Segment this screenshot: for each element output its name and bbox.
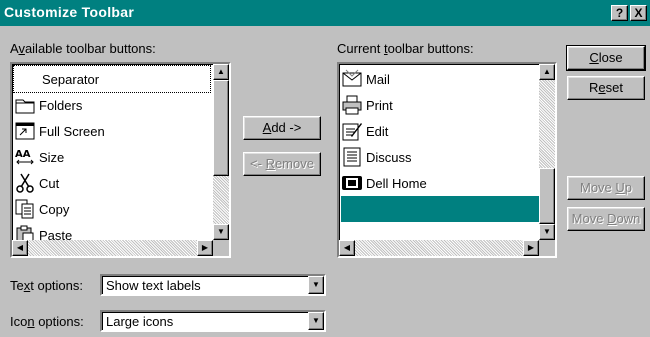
item-label: Print [366,97,393,113]
text-options-value: Show text labels [106,278,201,293]
current-buttons-label: Current toolbar buttons: [337,41,474,56]
chevron-down-icon[interactable]: ▼ [308,312,324,330]
scroll-right-icon[interactable]: ▶ [523,240,539,256]
customize-toolbar-dialog: Customize Toolbar ? X Available toolbar … [0,0,650,337]
item-label: Folders [39,97,83,113]
scroll-corner [213,240,229,256]
list-item[interactable]: Discuss [341,144,412,170]
mail-icon [342,69,362,87]
list-item[interactable]: Full Screen [14,118,105,144]
item-label: Copy [39,201,70,217]
list-item[interactable]: Folders [14,92,82,118]
window-title: Customize Toolbar [4,4,135,20]
scroll-thumb[interactable] [539,168,555,224]
list-item[interactable]: Separator [13,65,211,93]
item-label: Mail [366,71,390,87]
scroll-down-icon[interactable]: ▼ [213,224,229,240]
scroll-left-icon[interactable]: ◀ [12,240,28,256]
item-label: Separator [375,201,433,217]
list-item[interactable]: Dell Home [341,170,427,196]
scroll-corner [539,240,555,256]
available-vertical-scrollbar[interactable]: ▲ ▼ [213,64,229,240]
item-label: Separator [42,71,100,87]
scroll-up-icon[interactable]: ▲ [213,64,229,80]
printer-icon [342,95,362,115]
list-item-selected[interactable]: Separator [341,196,540,222]
close-button[interactable]: Close [566,45,646,71]
folders-icon [15,99,35,114]
chevron-down-icon[interactable]: ▼ [308,276,324,294]
list-item[interactable]: Edit [341,118,388,144]
item-label: Edit [366,123,389,139]
size-icon: AA [15,149,34,165]
available-buttons-list[interactable]: Separator Folders Full Screen AA Size Cu… [10,62,231,258]
current-horizontal-scrollbar[interactable]: ◀ ▶ [339,240,539,256]
scroll-thumb[interactable] [213,80,229,176]
scroll-down-icon[interactable]: ▼ [539,224,555,240]
move-down-button[interactable]: Move Down [567,207,645,231]
remove-button[interactable]: <- Remove [243,152,321,176]
title-bar[interactable]: Customize Toolbar ? X [0,0,650,26]
dell-home-icon [342,176,362,190]
icon-options-select[interactable]: Large icons ▼ [100,310,326,332]
discuss-icon [343,147,361,167]
available-buttons-label: Available toolbar buttons: [10,41,156,56]
window-close-button[interactable]: X [630,5,647,21]
svg-text:AA: AA [15,149,31,160]
edit-icon [342,123,362,141]
scissors-icon [16,173,34,193]
scroll-left-icon[interactable]: ◀ [339,240,355,256]
move-up-button[interactable]: Move Up [567,176,645,200]
scroll-right-icon[interactable]: ▶ [197,240,213,256]
icon-options-value: Large icons [106,314,174,329]
current-vertical-scrollbar[interactable]: ▲ ▼ [539,64,555,240]
list-item[interactable]: Mail [341,66,390,92]
list-item[interactable]: Cut [14,170,59,196]
item-label: Dell Home [366,175,427,191]
full-screen-icon [15,122,35,140]
copy-icon [15,199,34,219]
reset-button[interactable]: Reset [567,76,645,100]
icon-options-label: Icon options: [10,314,84,329]
current-buttons-list[interactable]: Mail Print Edit Discuss Dell Home Separa… [337,62,557,258]
list-item[interactable]: Copy [14,196,69,222]
item-label: Discuss [366,149,412,165]
item-label: Cut [39,175,60,191]
available-horizontal-scrollbar[interactable]: ◀ ▶ [12,240,213,256]
item-label: Full Screen [39,123,105,139]
text-options-label: Text options: [10,278,83,293]
list-item[interactable]: AA Size [14,144,64,170]
text-options-select[interactable]: Show text labels ▼ [100,274,326,296]
scroll-up-icon[interactable]: ▲ [539,64,555,80]
item-label: Size [39,149,65,165]
add-button[interactable]: Add -> [243,116,321,140]
help-button[interactable]: ? [611,5,628,21]
list-item[interactable]: Print [341,92,393,118]
